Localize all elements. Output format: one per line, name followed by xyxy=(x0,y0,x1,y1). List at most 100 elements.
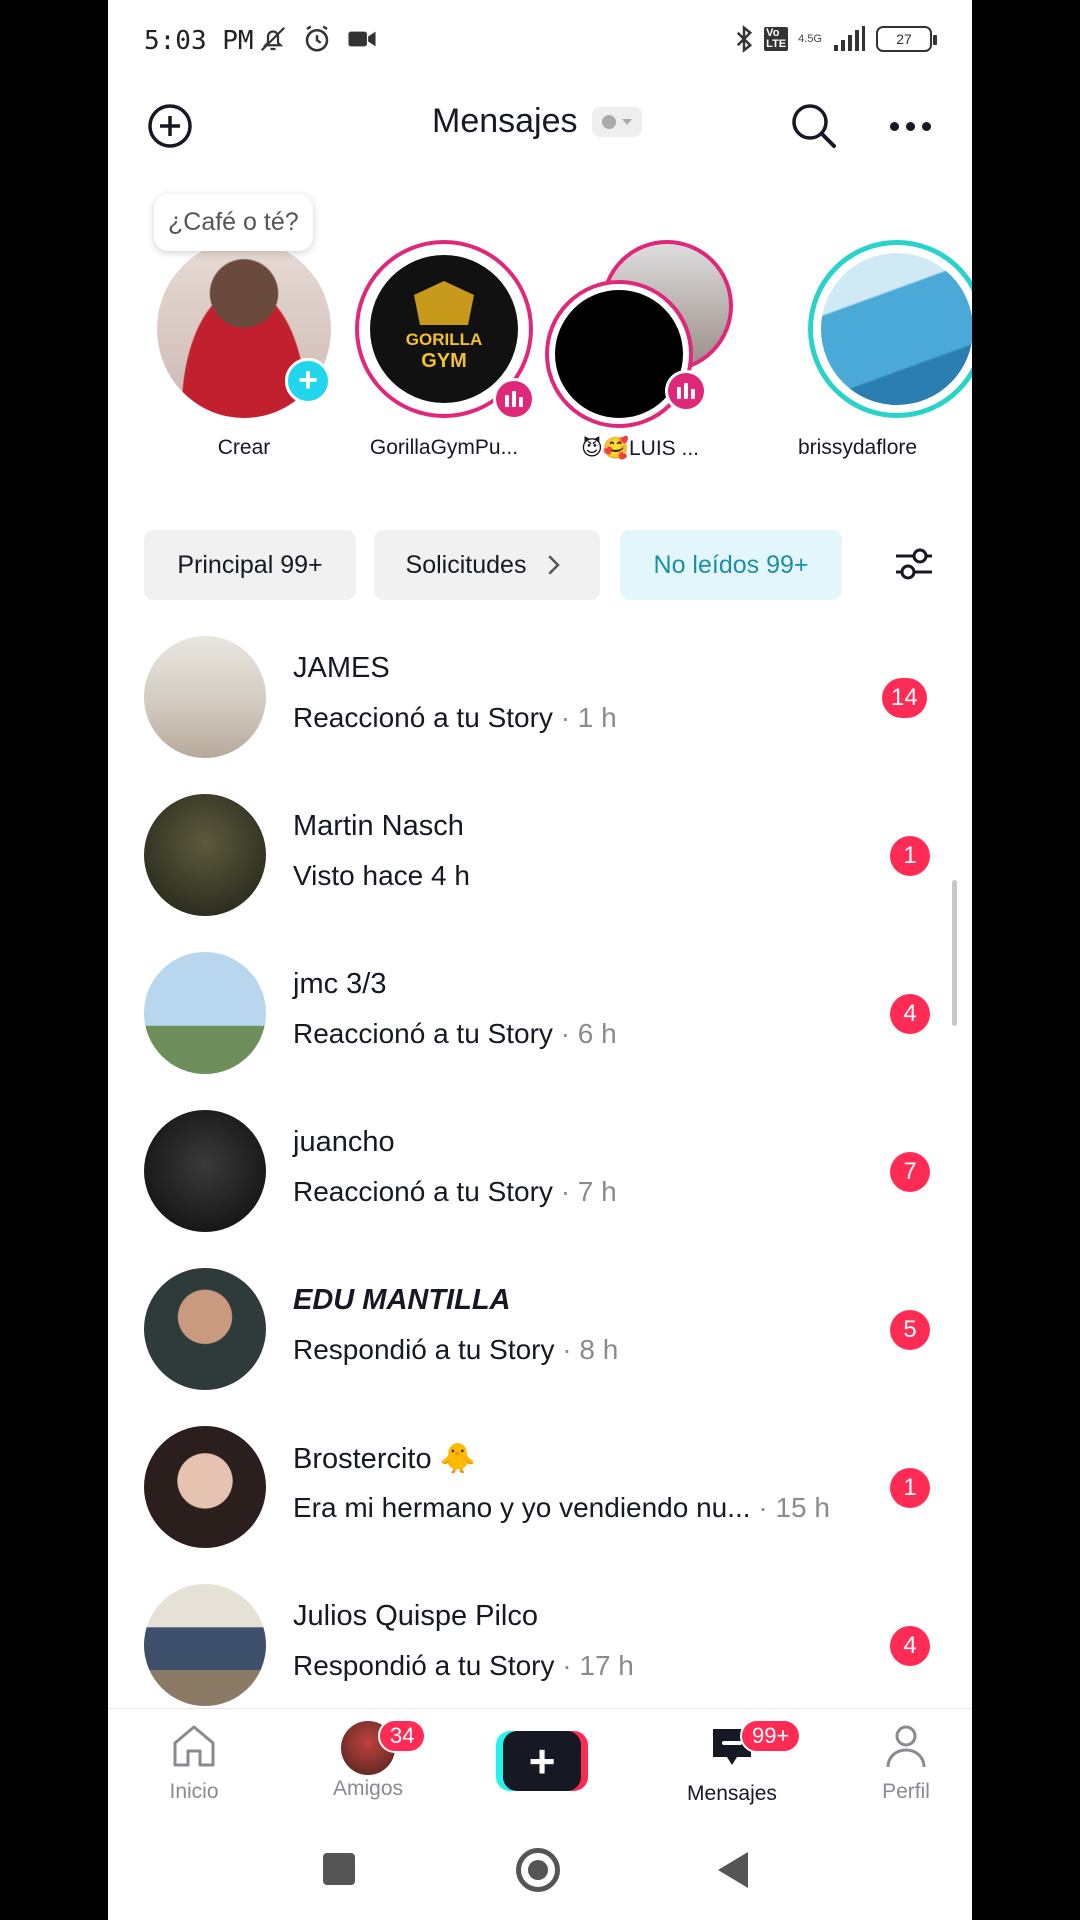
unread-badge: 4 xyxy=(890,1626,930,1666)
video-icon xyxy=(348,31,376,47)
battery-level: 27 xyxy=(896,31,912,47)
status-left-icons xyxy=(258,24,378,54)
chat-row[interactable]: Martin Nasch Visto hace 4 h 1 xyxy=(108,792,972,950)
story-gorillagym[interactable]: GORILLA GYM GorillaGymPu... xyxy=(344,240,544,460)
chat-time: · 15 h xyxy=(750,1492,830,1523)
network-type: 4.5G xyxy=(798,33,822,45)
add-circle-icon[interactable] xyxy=(146,102,194,150)
bell-off-icon xyxy=(260,26,286,52)
alarm-icon xyxy=(305,25,329,52)
chat-preview: Respondió a tu Story · 17 h xyxy=(293,1650,634,1681)
chip-no-leidos[interactable]: No leídos 99+ xyxy=(620,530,842,600)
chat-time: · 6 h xyxy=(552,1018,617,1049)
story-name: GorillaGymPu... xyxy=(369,436,519,459)
story-create[interactable]: + Crear xyxy=(144,240,344,460)
chat-row[interactable]: jmc 3/3 Reaccionó a tu Story · 6 h 4 xyxy=(108,950,972,1108)
scrollbar[interactable] xyxy=(952,880,957,1026)
volte-icon: Vo LTE xyxy=(764,27,789,51)
chat-row[interactable]: JAMES Reaccionó a tu Story · 1 h 14 xyxy=(108,634,972,792)
battery-icon: 27 xyxy=(876,26,937,52)
chat-name: Brostercito 🐥 xyxy=(293,1443,476,1475)
chat-row[interactable]: Julios Quispe Pilco Respondió a tu Story… xyxy=(108,1582,972,1708)
search-icon[interactable] xyxy=(788,100,840,152)
status-time: 5:03 PM xyxy=(144,26,254,56)
chat-name: Martin Nasch xyxy=(293,810,464,842)
avatar xyxy=(144,1584,266,1706)
more-icon[interactable] xyxy=(886,102,934,150)
chat-name: Julios Quispe Pilco xyxy=(293,1600,538,1632)
chat-time: · 8 h xyxy=(554,1334,619,1365)
svg-text:GYM: GYM xyxy=(421,350,467,372)
chat-row[interactable]: EDU MANTILLA Respondió a tu Story · 8 h … xyxy=(108,1266,972,1424)
bottom-nav: Inicio 34 Amigos + 99+ Mensajes Perfil xyxy=(108,1708,972,1820)
chip-principal[interactable]: Principal 99+ xyxy=(144,530,356,600)
unread-badge: 1 xyxy=(890,1468,930,1508)
title-group: Mensajes xyxy=(432,102,642,141)
bluetooth-icon xyxy=(737,25,753,53)
profile-icon xyxy=(886,1725,926,1768)
back-button[interactable] xyxy=(714,1850,750,1890)
nav-mensajes[interactable]: 99+ Mensajes xyxy=(672,1719,802,1806)
avatar xyxy=(144,952,266,1074)
messages-screen: 5:03 PM Vo LTE 4.5G 27 Mensajes + Crear … xyxy=(108,0,972,1920)
chevron-down-icon xyxy=(621,118,632,125)
story-name: brissydaflore xyxy=(798,436,918,459)
chat-time: · 17 h xyxy=(554,1650,634,1681)
unread-badge: 7 xyxy=(890,1152,930,1192)
nav-label: Inicio xyxy=(169,1780,219,1803)
chat-preview: Visto hace 4 h xyxy=(293,860,470,891)
filter-chips: Principal 99+ Solicitudes No leídos 99+ xyxy=(108,530,972,602)
chat-name: EDU MANTILLA xyxy=(293,1284,511,1316)
story-name: Crear xyxy=(217,436,271,459)
unread-badge: 4 xyxy=(890,994,930,1034)
chat-preview: Era mi hermano y yo vendiendo nu... · 15… xyxy=(293,1492,830,1523)
friends-count-badge: 34 xyxy=(378,1719,427,1753)
add-story-icon[interactable]: + xyxy=(285,358,331,404)
chat-name: JAMES xyxy=(293,652,390,684)
avatar: GORILLA GYM xyxy=(370,255,518,403)
messages-count-badge: 99+ xyxy=(740,1719,802,1753)
nav-amigos[interactable]: 34 Amigos xyxy=(308,1719,428,1801)
home-icon xyxy=(173,1725,215,1767)
chat-name: juancho xyxy=(293,1126,395,1158)
chat-row[interactable]: juancho Reaccionó a tu Story · 7 h 7 xyxy=(108,1108,972,1266)
avatar xyxy=(144,794,266,916)
chat-preview: Reaccionó a tu Story · 6 h xyxy=(293,1018,617,1049)
note-bubble[interactable]: ¿Café o té? xyxy=(154,194,313,251)
recents-button[interactable] xyxy=(323,1853,355,1885)
home-button[interactable] xyxy=(516,1848,560,1892)
nav-label: Perfil xyxy=(882,1780,930,1803)
system-nav-bar xyxy=(108,1820,972,1920)
header: Mensajes xyxy=(108,84,972,164)
unread-badge: 14 xyxy=(882,678,927,718)
stories-row: + Crear ¿Café o té? GORILLA GYM GorillaG… xyxy=(108,190,972,490)
status-dot xyxy=(601,114,616,129)
plus-icon: + xyxy=(528,1735,556,1787)
chevron-right-icon xyxy=(548,555,561,575)
avatar xyxy=(144,1110,266,1232)
chip-label: Solicitudes xyxy=(405,550,527,579)
gorilla-gym-logo: GORILLA GYM xyxy=(406,281,483,372)
unread-badge: 1 xyxy=(890,836,930,876)
chat-row[interactable]: Brostercito 🐥 Era mi hermano y yo vendie… xyxy=(108,1424,972,1582)
story-luis[interactable]: 😈🥰LUIS ... xyxy=(540,240,740,461)
online-status-toggle[interactable] xyxy=(591,106,642,137)
unread-badge: 5 xyxy=(890,1310,930,1350)
chip-solicitudes[interactable]: Solicitudes xyxy=(374,530,600,600)
chat-time: · 7 h xyxy=(552,1176,617,1207)
story-brissydaflore[interactable]: brissydaflore xyxy=(798,240,972,460)
chat-preview: Reaccionó a tu Story · 7 h xyxy=(293,1176,617,1207)
create-button[interactable]: + xyxy=(496,1731,588,1791)
filter-settings-icon[interactable] xyxy=(890,540,938,588)
nav-inicio[interactable]: Inicio xyxy=(134,1723,254,1804)
chat-preview: Respondió a tu Story · 8 h xyxy=(293,1334,619,1365)
status-bar: 5:03 PM Vo LTE 4.5G 27 xyxy=(108,0,972,84)
nav-label: Mensajes xyxy=(687,1782,777,1805)
live-badge-icon xyxy=(493,378,535,420)
nav-perfil[interactable]: Perfil xyxy=(846,1723,966,1804)
signal-icon xyxy=(834,26,865,51)
svg-text:GORILLA: GORILLA xyxy=(406,330,483,349)
chat-name: jmc 3/3 xyxy=(293,968,387,1000)
avatar xyxy=(821,253,972,405)
avatar xyxy=(144,1426,266,1548)
